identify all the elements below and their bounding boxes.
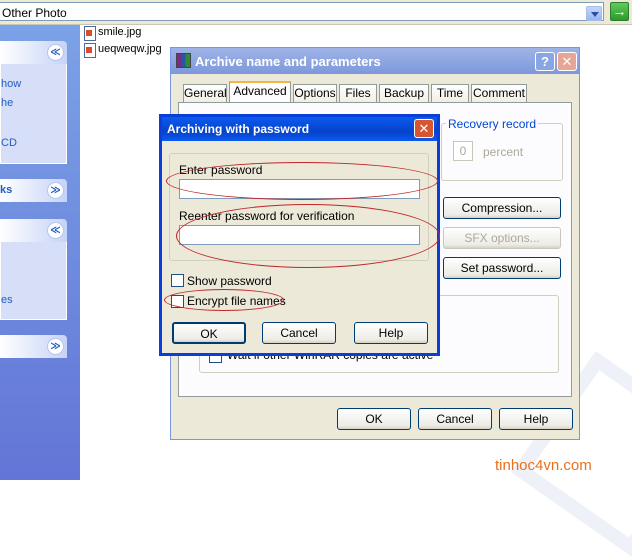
task-section-header[interactable]: ≪ (0, 41, 67, 64)
task-section-body: es (0, 242, 67, 320)
go-button[interactable]: → (610, 2, 629, 21)
address-dropdown-button[interactable] (586, 6, 602, 21)
enter-password-label: Enter password (179, 163, 263, 177)
sfx-options-button[interactable]: SFX options... (443, 227, 561, 249)
dialog-title-bar[interactable]: Archiving with password ✕ (162, 117, 437, 141)
collapse-chevron-icon[interactable]: ≪ (47, 222, 64, 239)
file-name[interactable]: ueqweqw.jpg (98, 43, 162, 55)
tab-advanced[interactable]: Advanced (229, 81, 291, 103)
tab-options[interactable]: Options (293, 84, 337, 102)
file-name[interactable]: smile.jpg (98, 26, 141, 38)
task-link[interactable]: how (1, 78, 21, 90)
tab-backup[interactable]: Backup (379, 84, 429, 102)
help-icon[interactable]: ? (535, 52, 555, 71)
task-link[interactable]: es (1, 294, 13, 306)
compression-button[interactable]: Compression... (443, 197, 561, 219)
help-button[interactable]: Help (499, 408, 573, 430)
winrar-icon (176, 53, 191, 68)
reenter-password-label: Reenter password for verification (179, 209, 355, 223)
tab-comment[interactable]: Comment (471, 84, 527, 102)
reenter-password-input[interactable] (179, 225, 420, 245)
collapse-chevron-icon[interactable]: ≪ (47, 44, 64, 61)
help-button[interactable]: Help (354, 322, 428, 344)
dialog-title-bar[interactable]: Archive name and parameters ? ✕ (171, 48, 579, 74)
dialog-title: Archiving with password (167, 122, 310, 136)
ok-button[interactable]: OK (337, 408, 411, 430)
tab-general[interactable]: General (183, 84, 227, 102)
jpg-file-icon[interactable] (84, 43, 96, 58)
task-pane: ≪ how he CD ks ≫ ≪ es ≫ (0, 25, 80, 480)
encrypt-file-names-label[interactable]: Encrypt file names (187, 294, 286, 308)
address-text: Other Photo (2, 6, 67, 20)
task-link[interactable]: he (1, 97, 13, 109)
password-dialog: Archiving with password ✕ Enter password… (159, 114, 440, 356)
task-section-body: how he CD (0, 64, 67, 164)
ok-button[interactable]: OK (172, 322, 246, 344)
recovery-percent-spinner[interactable]: 0 (453, 141, 473, 161)
task-section-header[interactable]: ≪ (0, 219, 67, 242)
task-link[interactable]: CD (1, 137, 17, 149)
expand-chevron-icon[interactable]: ≫ (47, 182, 64, 199)
jpg-file-icon[interactable] (84, 26, 96, 41)
task-section-header[interactable]: ks ≫ (0, 179, 67, 202)
show-password-checkbox[interactable] (171, 274, 184, 287)
dialog-title: Archive name and parameters (195, 54, 381, 69)
task-section-header[interactable]: ≫ (0, 335, 67, 358)
expand-chevron-icon[interactable]: ≫ (47, 338, 64, 355)
tab-time[interactable]: Time (431, 84, 469, 102)
recovery-record-label: Recovery record (446, 117, 539, 131)
cancel-button[interactable]: Cancel (262, 322, 336, 344)
watermark-text: tinhoc4vn.com (495, 457, 592, 474)
address-field[interactable]: Other Photo (0, 2, 604, 21)
close-icon[interactable]: ✕ (414, 119, 434, 138)
set-password-button[interactable]: Set password... (443, 257, 561, 279)
address-bar: Other Photo → (0, 0, 632, 25)
show-password-label[interactable]: Show password (187, 274, 272, 288)
tab-files[interactable]: Files (339, 84, 377, 102)
cancel-button[interactable]: Cancel (418, 408, 492, 430)
password-input[interactable] (179, 179, 420, 199)
encrypt-file-names-checkbox[interactable] (171, 295, 184, 308)
close-icon[interactable]: ✕ (557, 52, 577, 71)
percent-label: percent (483, 145, 524, 159)
